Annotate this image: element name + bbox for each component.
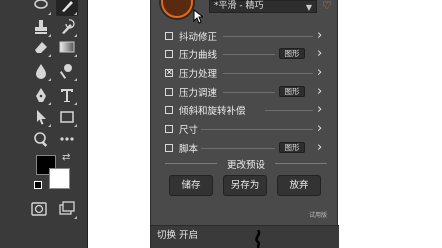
graph-button[interactable]: 图形	[279, 142, 305, 153]
row-label: 倾斜和旋转补偿	[179, 106, 246, 117]
preset-value: *平滑 - 精巧	[214, 1, 264, 11]
lazy-nezumi-panel: *平滑 - 精巧 ▼ ♡ 抖动修正 › 压力曲线 图形 › ✕ 压力处理 › 压…	[150, 0, 339, 248]
stamp-icon[interactable]	[30, 16, 52, 38]
row-checkbox[interactable]	[165, 125, 173, 133]
row-label: 压力曲线	[179, 50, 218, 61]
chevron-right-icon[interactable]: ›	[317, 140, 322, 155]
blur-icon[interactable]	[30, 60, 52, 82]
shape-icon[interactable]	[56, 106, 78, 128]
pen-icon[interactable]	[30, 84, 52, 106]
chevron-right-icon[interactable]: ›	[317, 28, 322, 43]
row-label: 压力处理	[179, 69, 218, 80]
save-button[interactable]: 储存	[169, 175, 213, 196]
row-checkbox[interactable]	[165, 50, 173, 58]
row-checkbox-checked[interactable]: ✕	[165, 69, 173, 77]
divider	[223, 36, 313, 37]
graph-button[interactable]: 图形	[279, 48, 305, 59]
divider	[201, 129, 313, 130]
dodge-icon[interactable]	[56, 60, 78, 82]
row-script[interactable]: 脚本 图形 ›	[165, 140, 335, 156]
brush-icon[interactable]	[56, 0, 78, 16]
chevron-right-icon[interactable]: ›	[317, 121, 322, 136]
more-icon[interactable]	[56, 128, 78, 150]
zoom-icon[interactable]	[30, 128, 52, 150]
row-checkbox[interactable]	[165, 88, 173, 96]
divider	[275, 163, 327, 164]
mouse-cursor-icon	[193, 9, 203, 24]
row-checkbox[interactable]	[165, 32, 173, 40]
lasso-icon[interactable]	[30, 0, 52, 16]
chevron-right-icon[interactable]: ›	[317, 102, 322, 117]
graph-button[interactable]: 图形	[279, 86, 305, 97]
row-stabilizer[interactable]: 抖动修正 ›	[165, 28, 335, 44]
eraser-icon[interactable]	[30, 36, 52, 58]
swap-colors-icon[interactable]: ⇄	[62, 152, 70, 163]
change-preset-section: 更改预设	[165, 157, 327, 171]
chevron-right-icon[interactable]: ›	[317, 84, 322, 99]
row-label: 脚本	[179, 144, 199, 155]
history-brush-icon[interactable]	[56, 16, 78, 38]
divider	[223, 73, 313, 74]
discard-button[interactable]: 放弃	[277, 175, 321, 196]
divider	[223, 54, 275, 55]
row-size[interactable]: 尺寸 ›	[165, 121, 335, 137]
type-icon[interactable]	[56, 84, 78, 106]
tools-panel: ⇄	[0, 0, 88, 248]
trial-label: 试用版	[309, 212, 328, 219]
chevron-down-icon: ▼	[305, 3, 312, 12]
row-label: 压力调速	[179, 88, 218, 99]
canvas-stroke	[255, 230, 261, 248]
background-color-swatch[interactable]	[49, 168, 70, 189]
row-checkbox[interactable]	[165, 106, 173, 114]
path-select-icon[interactable]	[30, 106, 52, 128]
row-label: 尺寸	[179, 125, 199, 136]
chevron-right-icon[interactable]: ›	[317, 65, 322, 80]
quick-mask-icon[interactable]	[28, 198, 50, 220]
default-colors-icon[interactable]	[34, 181, 42, 189]
divider	[265, 110, 313, 111]
row-pressure-speed[interactable]: 压力调速 图形 ›	[165, 84, 335, 100]
preset-dropdown[interactable]: *平滑 - 精巧 ▼	[209, 0, 317, 13]
section-title: 更改预设	[226, 160, 265, 171]
row-checkbox[interactable]	[165, 144, 173, 152]
screen-mode-icon[interactable]	[56, 198, 78, 220]
chevron-right-icon[interactable]: ›	[317, 46, 322, 61]
row-pressure-processing[interactable]: ✕ 压力处理 ›	[165, 65, 335, 81]
row-tilt-rotation[interactable]: 倾斜和旋转补偿 ›	[165, 102, 335, 118]
status-bar[interactable]: 切换 开启	[151, 225, 339, 248]
row-pressure-curve[interactable]: 压力曲线 图形 ›	[165, 46, 335, 62]
save-as-button[interactable]: 另存为	[223, 175, 267, 196]
row-label: 抖动修正	[179, 32, 218, 43]
divider	[223, 92, 275, 93]
divider	[201, 148, 275, 149]
favorite-icon[interactable]: ♡	[322, 0, 332, 12]
power-dial-icon[interactable]	[161, 0, 193, 18]
gradient-icon[interactable]	[56, 36, 78, 58]
